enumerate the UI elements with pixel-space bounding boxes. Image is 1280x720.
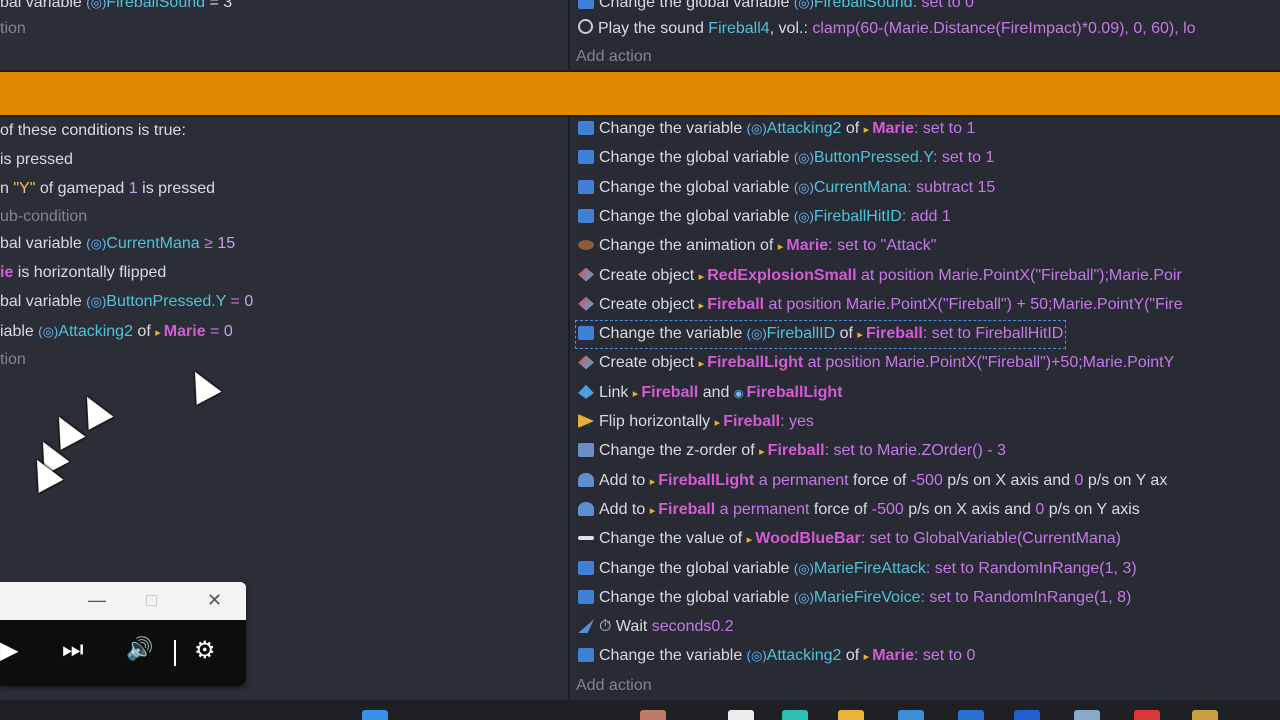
action-line[interactable]: Add to ▸ FireballLight a permanent force… bbox=[578, 470, 1167, 493]
maximize-button[interactable]: □ bbox=[146, 590, 157, 611]
variable-icon bbox=[578, 208, 594, 223]
variable-icon bbox=[578, 648, 594, 663]
start-icon[interactable] bbox=[362, 710, 388, 720]
add-condition-link[interactable]: tion bbox=[0, 349, 26, 371]
taskbar-app-icon[interactable] bbox=[640, 710, 666, 720]
taskbar-app-icon[interactable] bbox=[838, 710, 864, 720]
variable-icon bbox=[578, 150, 594, 165]
media-controls: ▶ ⏭ 🔊 ⚙ bbox=[0, 620, 246, 686]
action-line[interactable]: Change the variable (◎)Attacking2 of ▸ M… bbox=[578, 645, 975, 668]
condition-line[interactable]: is pressed bbox=[0, 149, 73, 171]
event-group-banner[interactable] bbox=[0, 70, 1280, 117]
action-line[interactable]: Create object ▸ RedExplosionSmall at pos… bbox=[578, 265, 1182, 288]
sound-icon bbox=[578, 19, 593, 34]
action-line[interactable]: Play the sound Fireball4, vol.: clamp(60… bbox=[578, 18, 1196, 40]
action-line[interactable]: Add to ▸ Fireball a permanent force of -… bbox=[578, 499, 1140, 522]
close-button[interactable]: ✕ bbox=[207, 590, 222, 611]
play-button[interactable]: ▶ bbox=[0, 636, 18, 665]
add-action-link[interactable]: Add action bbox=[576, 46, 652, 68]
variable-icon bbox=[578, 179, 594, 194]
action-line[interactable]: Change the variable (◎)FireballID of ▸ F… bbox=[574, 320, 1067, 350]
volume-button[interactable]: 🔊 bbox=[126, 636, 153, 662]
action-line[interactable]: Change the z-order of ▸ Fireball: set to… bbox=[578, 440, 1006, 463]
taskbar-app-icon[interactable] bbox=[1074, 710, 1100, 720]
action-line[interactable]: Flip horizontally ▸ Fireball: yes bbox=[578, 411, 814, 434]
action-line[interactable]: Create object ▸ Fireball at position Mar… bbox=[578, 294, 1183, 317]
condition-line[interactable]: iable (◎)Attacking2 of ▸ Marie = 0 bbox=[0, 321, 233, 344]
action-line[interactable]: Change the global variable (◎)MarieFireA… bbox=[578, 558, 1137, 580]
add-sub-condition-link[interactable]: ub-condition bbox=[0, 206, 87, 228]
variable-icon bbox=[578, 121, 594, 135]
taskbar-app-icon[interactable] bbox=[1192, 710, 1218, 720]
settings-button[interactable]: ⚙ bbox=[194, 636, 216, 665]
media-player-titlebar: — □ ✕ bbox=[0, 582, 246, 620]
taskbar-app-icon[interactable] bbox=[898, 710, 924, 720]
condition-line[interactable]: bal variable (◎)ButtonPressed.Y = 0 bbox=[0, 291, 253, 313]
create-object-icon bbox=[578, 355, 594, 370]
create-object-icon bbox=[578, 296, 594, 311]
link-icon bbox=[578, 384, 594, 399]
flip-icon bbox=[578, 414, 594, 428]
variable-icon bbox=[578, 0, 594, 9]
action-line[interactable]: Change the value of ▸ WoodBlueBar: set t… bbox=[578, 528, 1121, 551]
taskbar-app-icon[interactable] bbox=[728, 710, 754, 720]
taskbar-app-icon[interactable] bbox=[1134, 710, 1160, 720]
next-track-button[interactable]: ⏭ bbox=[62, 636, 84, 664]
media-player-window: — □ ✕ ▶ ⏭ 🔊 ⚙ bbox=[0, 582, 246, 686]
variable-icon bbox=[578, 589, 594, 604]
action-line[interactable]: Change the global variable (◎)FireballHi… bbox=[578, 206, 951, 228]
condition-line[interactable]: n "Y" of gamepad 1 is pressed bbox=[0, 178, 215, 200]
add-condition-link[interactable]: tion bbox=[0, 18, 26, 40]
action-line[interactable]: Change the global variable (◎)FireballSo… bbox=[578, 0, 974, 14]
force-icon bbox=[578, 501, 594, 516]
taskbar-app-icon[interactable] bbox=[782, 710, 808, 720]
action-line[interactable]: Change the global variable (◎)ButtonPres… bbox=[578, 147, 994, 169]
action-line[interactable]: Change the global variable (◎)CurrentMan… bbox=[578, 177, 995, 199]
condition-line[interactable]: bal variable (◎)FireballSound = 3 bbox=[0, 0, 232, 14]
resource-bar-icon bbox=[578, 536, 594, 541]
condition-line[interactable]: bal variable (◎)CurrentMana ≥ 15 bbox=[0, 233, 235, 255]
wait-icon bbox=[578, 619, 594, 634]
action-line[interactable]: ⏱ Wait seconds0.2 bbox=[578, 616, 734, 638]
action-line[interactable]: Create object ▸ FireballLight at positio… bbox=[578, 352, 1174, 375]
animation-icon bbox=[578, 240, 594, 251]
create-object-icon bbox=[578, 267, 594, 282]
taskbar-app-icon[interactable] bbox=[958, 710, 984, 720]
action-line[interactable]: Change the global variable (◎)MarieFireV… bbox=[578, 587, 1131, 609]
control-separator bbox=[174, 640, 176, 666]
variable-icon bbox=[578, 326, 594, 341]
condition-line[interactable]: ie is horizontally flipped bbox=[0, 262, 166, 284]
add-action-link[interactable]: Add action bbox=[576, 675, 652, 697]
action-line[interactable]: Change the variable (◎)Attacking2 of ▸ M… bbox=[578, 118, 975, 141]
action-line[interactable]: Change the animation of ▸ Marie: set to … bbox=[578, 235, 936, 258]
force-icon bbox=[578, 472, 594, 487]
action-line[interactable]: Link ▸ Fireball and ◉ FireballLight bbox=[578, 382, 843, 405]
minimize-button[interactable]: — bbox=[88, 590, 106, 611]
variable-icon bbox=[578, 560, 594, 575]
taskbar-app-icon[interactable] bbox=[1014, 710, 1040, 720]
z-order-icon bbox=[578, 443, 594, 458]
condition-line[interactable]: of these conditions is true: bbox=[0, 120, 186, 142]
